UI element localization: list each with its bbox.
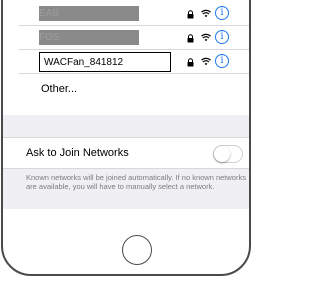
phone-frame: EAB i FOS i WACFan_841812 i Other... Ask… xyxy=(1,0,251,276)
wifi-icon xyxy=(201,33,211,42)
info-icon[interactable]: i xyxy=(215,6,229,20)
info-icon[interactable]: i xyxy=(215,54,229,68)
network-name: FOS xyxy=(39,30,139,45)
network-row[interactable]: EAB i xyxy=(19,2,249,26)
network-row-selected[interactable]: WACFan_841812 i xyxy=(19,50,249,74)
toggle-knob xyxy=(214,146,230,162)
other-network-label: Other... xyxy=(41,83,78,95)
network-name: WACFan_841812 xyxy=(44,57,124,68)
lock-icon xyxy=(187,34,194,43)
wifi-icon xyxy=(201,57,211,66)
home-button[interactable] xyxy=(122,235,152,265)
ask-to-join-note: Known networks will be joined automatica… xyxy=(26,173,246,191)
footer-section: Known networks will be joined automatica… xyxy=(3,169,249,209)
network-status-icons: i xyxy=(187,30,233,46)
other-network-row[interactable]: Other... xyxy=(19,74,249,105)
network-status-icons: i xyxy=(187,54,233,70)
lock-icon xyxy=(187,10,194,19)
network-row[interactable]: FOS i xyxy=(19,26,249,50)
ask-to-join-row: Ask to Join Networks xyxy=(3,138,249,169)
ask-to-join-label: Ask to Join Networks xyxy=(26,147,129,159)
selected-network-highlight: WACFan_841812 xyxy=(39,52,171,72)
wifi-icon xyxy=(201,9,211,18)
ask-to-join-toggle[interactable] xyxy=(213,145,243,163)
network-list: EAB i FOS i WACFan_841812 i Other... xyxy=(19,2,249,105)
section-separator xyxy=(3,115,249,138)
info-icon[interactable]: i xyxy=(215,30,229,44)
lock-icon xyxy=(187,58,194,67)
network-name: EAB xyxy=(39,6,139,21)
network-status-icons: i xyxy=(187,6,233,22)
